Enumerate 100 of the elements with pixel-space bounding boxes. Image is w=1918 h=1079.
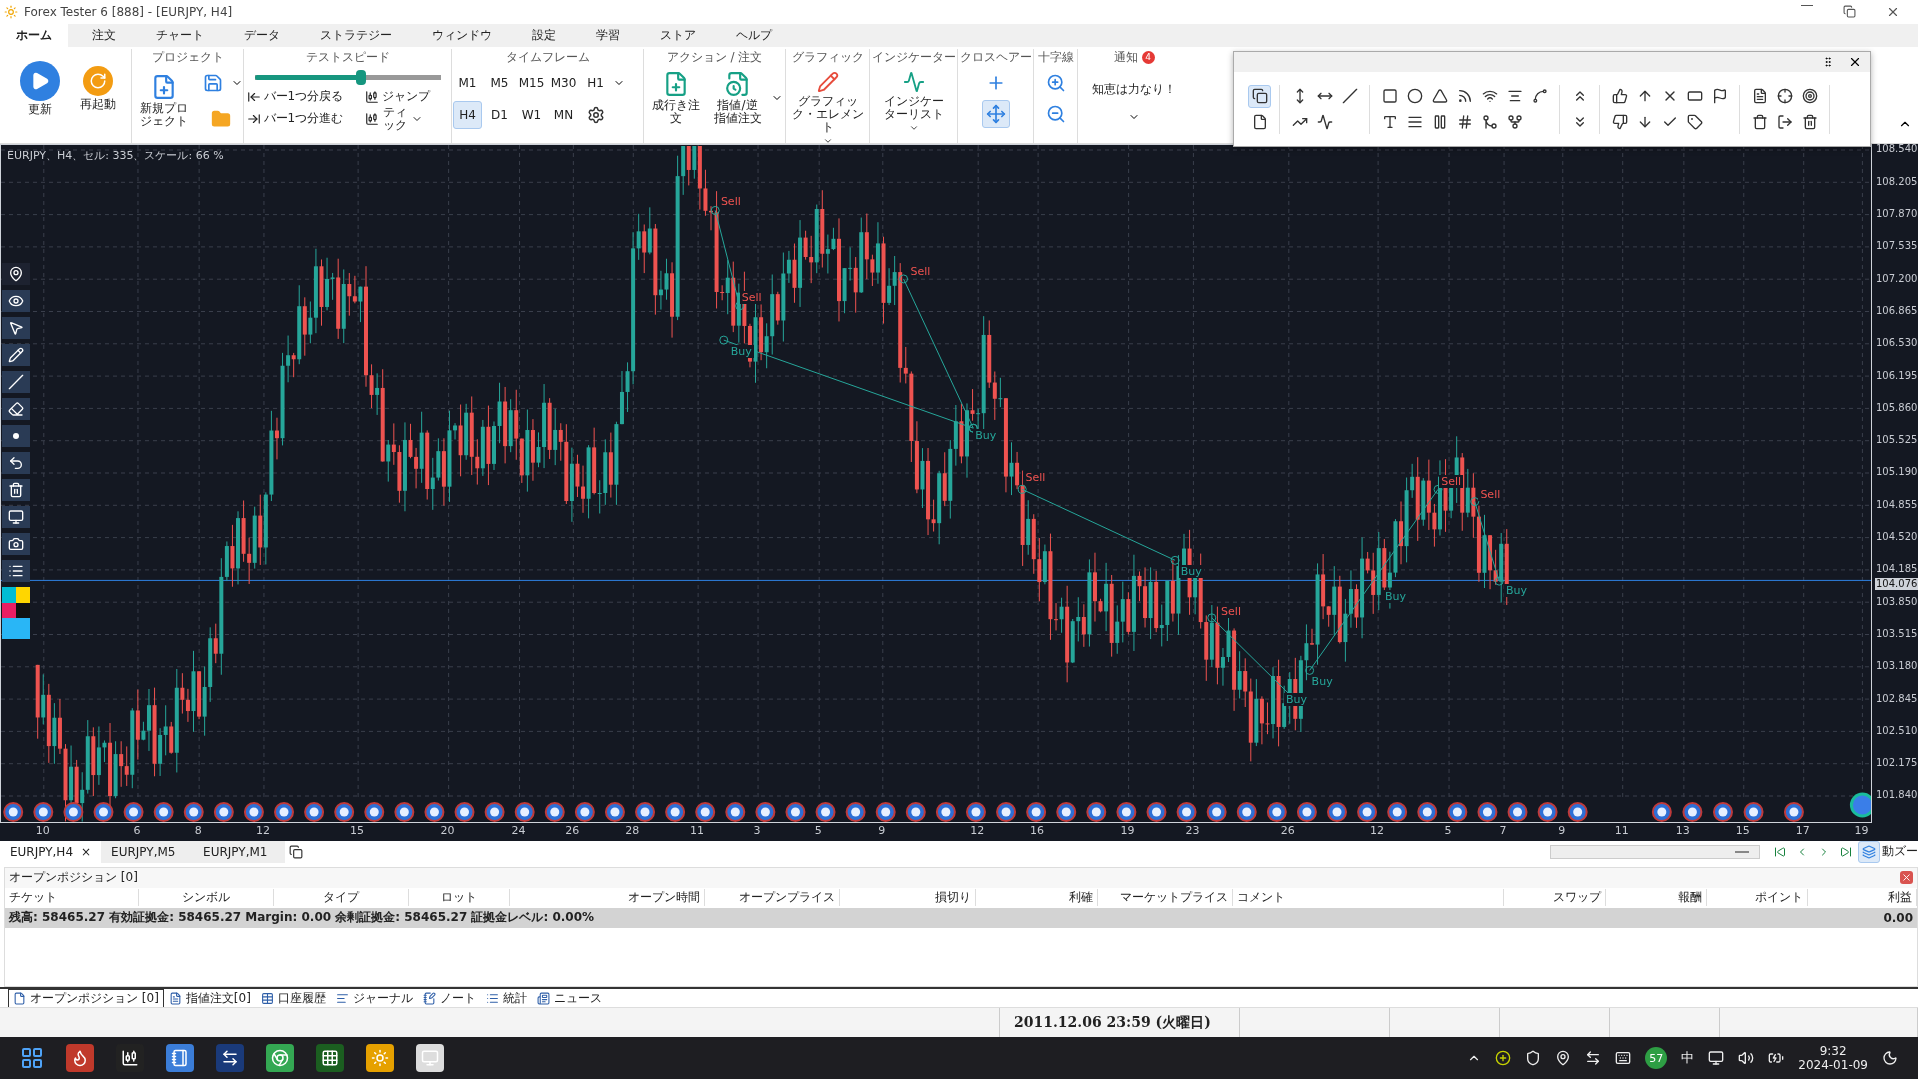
date-label: 12 [970, 823, 985, 837]
price-label: 105.190 [1875, 466, 1918, 479]
trade-label: Buy [1309, 674, 1335, 688]
notification-message: 知恵は力なり！ [1092, 80, 1176, 98]
price-label: 106.865 [1875, 304, 1918, 317]
menu-tab[interactable]: ストラテジー [304, 23, 408, 47]
group-caption: プロジェクト [151, 48, 224, 66]
date-label: 26 [565, 823, 580, 837]
ime-indicator[interactable]: 中 [1681, 1049, 1695, 1068]
restart-button[interactable]: 再起動 [76, 63, 119, 113]
date-label: 15 [350, 823, 365, 837]
column-header: コメント [1233, 889, 1504, 907]
column-header: チケット [5, 889, 139, 907]
price-label: 106.195 [1875, 369, 1918, 382]
trade-label: Buy [1383, 590, 1408, 604]
price-label: 105.860 [1875, 401, 1918, 414]
trade-label: Sell [1219, 605, 1243, 619]
price-label: 108.540 [1875, 143, 1918, 156]
trade-label: Sell [1439, 475, 1464, 489]
current-price-label: 104.076 [1875, 577, 1918, 590]
menu-tab[interactable]: 注文 [76, 23, 132, 47]
date-label: 28 [625, 823, 640, 837]
date-label: 9 [878, 823, 886, 837]
panel-tab[interactable]: オープンポジション [0] [8, 988, 164, 1008]
group-caption: テストスピード [305, 48, 390, 66]
total-profit: 0.00 [1883, 910, 1913, 925]
price-label: 107.870 [1875, 208, 1918, 221]
date-label: 15 [1735, 823, 1750, 837]
date-label: 5 [1444, 823, 1452, 837]
group-caption: グラフィック [791, 48, 864, 66]
clock-date: 2024-01-09 [1798, 1058, 1868, 1073]
menu-tab[interactable]: 学習 [580, 23, 636, 47]
group-caption: 十字線 [1037, 48, 1074, 66]
date-label: 23 [1185, 823, 1200, 837]
group-caption: インジケーター [871, 48, 956, 66]
timeframe-button[interactable]: MN [549, 100, 578, 129]
new-project-button[interactable]: 新規プロジェクト [132, 71, 195, 130]
chart-info: EURJPY、H4、セル: 335、スケール: 66 % [7, 148, 224, 164]
price-label: 104.855 [1875, 498, 1918, 511]
timeframe-button[interactable]: M15 [517, 68, 546, 97]
date-label: 9 [1558, 823, 1566, 837]
menu-tab[interactable]: データ [228, 23, 296, 47]
date-label: 19 [1854, 823, 1869, 837]
status-datetime: 2011.12.06 23:59 (火曜日) [1014, 1013, 1211, 1032]
forward-button[interactable]: バー1つ分進む [246, 112, 361, 126]
graphic-elements-button[interactable]: グラフィック・エレメント [788, 68, 867, 144]
price-label: 102.175 [1875, 757, 1918, 770]
price-label: 102.510 [1875, 724, 1918, 737]
menu-tab[interactable]: ストア [644, 23, 712, 47]
jump-button[interactable]: ジャンプ [364, 89, 449, 104]
price-label: 106.530 [1875, 337, 1918, 350]
menu-tab[interactable]: ウィンドウ [416, 23, 508, 47]
trade-label: Buy [728, 344, 754, 358]
price-label: 103.515 [1875, 627, 1918, 640]
indicator-list-button[interactable]: インジケーターリスト [880, 68, 947, 136]
price-label: 103.850 [1875, 595, 1918, 608]
timeframe-button[interactable]: W1 [517, 100, 546, 129]
group-caption: クロスヘアー [959, 48, 1032, 66]
price-label: 105.525 [1875, 434, 1918, 447]
date-label: 7 [1499, 823, 1507, 837]
chart-tab[interactable]: EURJPY,M1 [193, 840, 286, 863]
price-label: 107.200 [1875, 272, 1918, 285]
price-label: 103.180 [1875, 660, 1918, 673]
trade-label: Buy [1504, 584, 1530, 598]
column-header: オープンプライス [705, 889, 840, 907]
menu-tab[interactable]: ヘルプ [720, 23, 788, 47]
back-button[interactable]: バー1つ分戻る [246, 89, 361, 104]
timeframe-button[interactable]: H1 [581, 68, 610, 97]
tick-button[interactable]: ティック [364, 105, 449, 133]
timeframe-button[interactable]: M1 [453, 68, 482, 97]
market-order-button[interactable]: 成行き注文 [646, 68, 705, 128]
date-label: 12 [255, 823, 270, 837]
column-header: 利確 [976, 889, 1098, 907]
date-label: 11 [690, 823, 705, 837]
menu-tab[interactable]: チャート [140, 23, 220, 47]
timeframe-button[interactable]: D1 [485, 100, 514, 129]
column-header: ロット [409, 889, 510, 907]
timeframe-button[interactable]: H4 [453, 100, 482, 129]
pending-order-button[interactable]: 指値/逆指値注文 [708, 68, 767, 128]
trade-label: Sell [739, 290, 764, 304]
date-label: 13 [1675, 823, 1690, 837]
menu-tab[interactable]: ホーム [0, 23, 68, 47]
tray-badge: 57 [1645, 1047, 1668, 1070]
timeframe-button[interactable]: M30 [549, 68, 578, 97]
date-label: 8 [194, 823, 202, 837]
chart-tab[interactable]: EURJPY,M5 [101, 840, 194, 863]
date-label: 6 [133, 823, 141, 837]
column-header: 報酬 [1606, 889, 1707, 907]
date-label: 12 [1370, 823, 1385, 837]
price-label: 107.535 [1875, 240, 1918, 253]
column-header: シンボル [139, 889, 274, 907]
group-caption: 通知 [1113, 48, 1138, 66]
menu-tab[interactable]: 設定 [516, 23, 572, 47]
date-label: 24 [511, 823, 526, 837]
group-caption: アクション / 注文 [666, 48, 763, 66]
timeframe-button[interactable]: M5 [485, 68, 514, 97]
notification-badge: 4 [1141, 50, 1155, 64]
price-label: 108.205 [1875, 175, 1918, 188]
date-label: 11 [1614, 823, 1629, 837]
trade-label: Buy [1283, 693, 1309, 707]
